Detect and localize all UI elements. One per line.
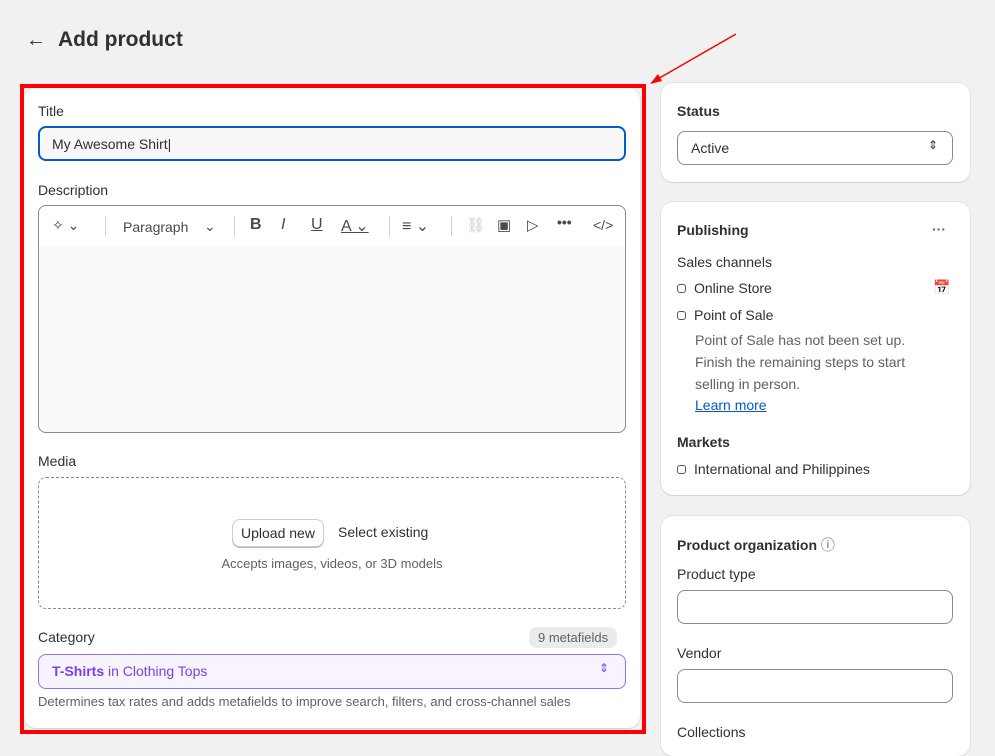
category-label: Category [38, 629, 95, 645]
video-icon[interactable]: ▷ [527, 216, 539, 234]
channel-item: Online Store [677, 280, 772, 296]
bullet-icon [677, 310, 686, 320]
publishing-title: Publishing [677, 222, 749, 238]
pos-note: Point of Sale has not been set up. Finis… [695, 332, 906, 392]
bullet-icon [677, 283, 686, 293]
chevron-updown-icon: ⇕ [927, 138, 938, 152]
organization-title: Product organization ⓘ [677, 537, 835, 553]
status-label: Status [677, 103, 720, 119]
page-title: Add product [58, 28, 183, 51]
underline-icon[interactable]: U [311, 216, 323, 234]
media-label: Media [38, 453, 77, 469]
info-icon[interactable]: ⓘ [821, 537, 835, 553]
vendor-input[interactable] [677, 669, 953, 703]
annotation-arrow [650, 33, 737, 84]
markets-label: Markets [677, 434, 730, 450]
media-dropzone[interactable] [38, 477, 626, 609]
link-icon: ⛓ [466, 217, 486, 234]
ai-sparkle-icon[interactable]: ✧ ⌄ [52, 217, 79, 234]
more-options-icon[interactable]: ··· [932, 221, 946, 237]
paragraph-dropdown[interactable]: Paragraph ⌄ [123, 218, 216, 235]
align-icon[interactable]: ≡ ⌄ [402, 216, 429, 236]
product-type-input[interactable] [677, 590, 953, 624]
collections-label: Collections [677, 724, 746, 740]
vendor-label: Vendor [677, 645, 722, 661]
bullet-icon [677, 464, 686, 474]
status-select[interactable]: Active ⇕ [677, 131, 953, 165]
image-icon[interactable]: ▣ [497, 216, 511, 234]
page-header: ← Add product [26, 28, 183, 52]
select-existing-button[interactable]: Select existing [338, 524, 428, 540]
channel-item: Point of Sale [677, 307, 773, 323]
chevron-updown-icon: ⇕ [598, 661, 609, 675]
back-arrow-icon[interactable]: ← [26, 29, 46, 52]
sales-channels-label: Sales channels [677, 254, 772, 270]
bold-icon[interactable]: B [250, 216, 262, 234]
code-icon[interactable]: </> [593, 217, 613, 233]
learn-more-link[interactable]: Learn more [695, 397, 767, 413]
category-select[interactable]: T-Shirts in Clothing Tops ⇕ [38, 654, 626, 689]
title-input[interactable]: My Awesome Shirt| [38, 126, 626, 161]
upload-new-button[interactable]: Upload new [232, 519, 324, 547]
more-icon[interactable]: ••• [557, 214, 572, 230]
market-item: International and Philippines [677, 461, 870, 477]
title-label: Title [38, 103, 64, 119]
description-label: Description [38, 182, 109, 198]
product-type-label: Product type [677, 566, 756, 582]
italic-icon[interactable]: I [281, 216, 285, 234]
text-color-icon[interactable]: A ⌄ [341, 216, 369, 236]
metafields-badge: 9 metafields [529, 627, 618, 648]
category-hint: Determines tax rates and adds metafields… [38, 694, 571, 709]
schedule-calendar-icon[interactable]: 📅 [933, 279, 950, 296]
media-hint: Accepts images, videos, or 3D models [221, 556, 443, 571]
